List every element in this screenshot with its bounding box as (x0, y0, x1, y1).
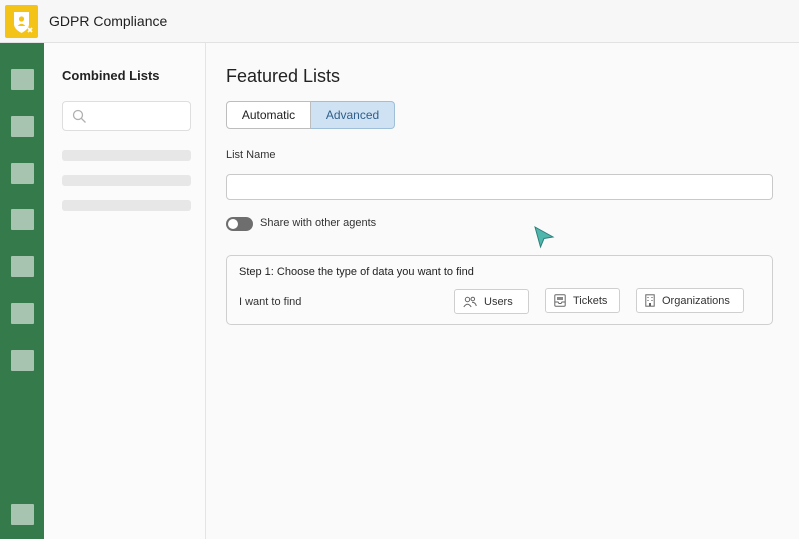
nav-rail-icon[interactable] (11, 350, 34, 371)
step1-panel: Step 1: Choose the type of data you want… (226, 255, 773, 325)
tab-automatic[interactable]: Automatic (226, 101, 311, 129)
nav-rail-icon[interactable] (11, 69, 34, 90)
ticket-icon (554, 294, 566, 307)
users-button[interactable]: Users (454, 289, 529, 314)
top-bar: GDPR Compliance (0, 0, 799, 43)
toggle-knob (228, 219, 238, 229)
nav-rail-icon[interactable] (11, 303, 34, 324)
users-button-label: Users (484, 295, 513, 308)
nav-rail-icon[interactable] (11, 116, 34, 137)
side-panel-title: Combined Lists (62, 68, 160, 83)
building-icon (645, 294, 655, 307)
app-title: GDPR Compliance (49, 13, 168, 29)
shield-user-icon[interactable] (5, 5, 38, 38)
step1-title: Step 1: Choose the type of data you want… (239, 266, 474, 278)
nav-rail (0, 43, 44, 539)
search-icon (72, 109, 87, 129)
tab-advanced[interactable]: Advanced (311, 101, 395, 129)
search-input[interactable] (62, 101, 191, 131)
nav-rail-icon[interactable] (11, 504, 34, 525)
nav-rail-icon[interactable] (11, 163, 34, 184)
mouse-cursor-icon (533, 225, 555, 254)
nav-rail-icon[interactable] (11, 256, 34, 277)
side-panel: Combined Lists (44, 43, 206, 539)
users-icon (463, 296, 477, 307)
skeleton-row (62, 175, 191, 186)
tickets-button-label: Tickets (573, 294, 608, 307)
list-name-label: List Name (226, 149, 276, 161)
organizations-button[interactable]: Organizations (636, 288, 744, 313)
organizations-button-label: Organizations (662, 294, 730, 307)
page-title: Featured Lists (226, 66, 341, 86)
main-content: Featured Lists Automatic Advanced List N… (206, 43, 799, 539)
nav-rail-icon[interactable] (11, 209, 34, 230)
mode-segmented-control: Automatic Advanced (226, 101, 395, 129)
share-toggle[interactable] (226, 217, 253, 231)
find-prompt: I want to find (239, 296, 302, 308)
skeleton-row (62, 150, 191, 161)
skeleton-row (62, 200, 191, 211)
list-name-input[interactable] (226, 174, 773, 200)
share-toggle-label: Share with other agents (260, 217, 377, 229)
tickets-button[interactable]: Tickets (545, 288, 620, 313)
